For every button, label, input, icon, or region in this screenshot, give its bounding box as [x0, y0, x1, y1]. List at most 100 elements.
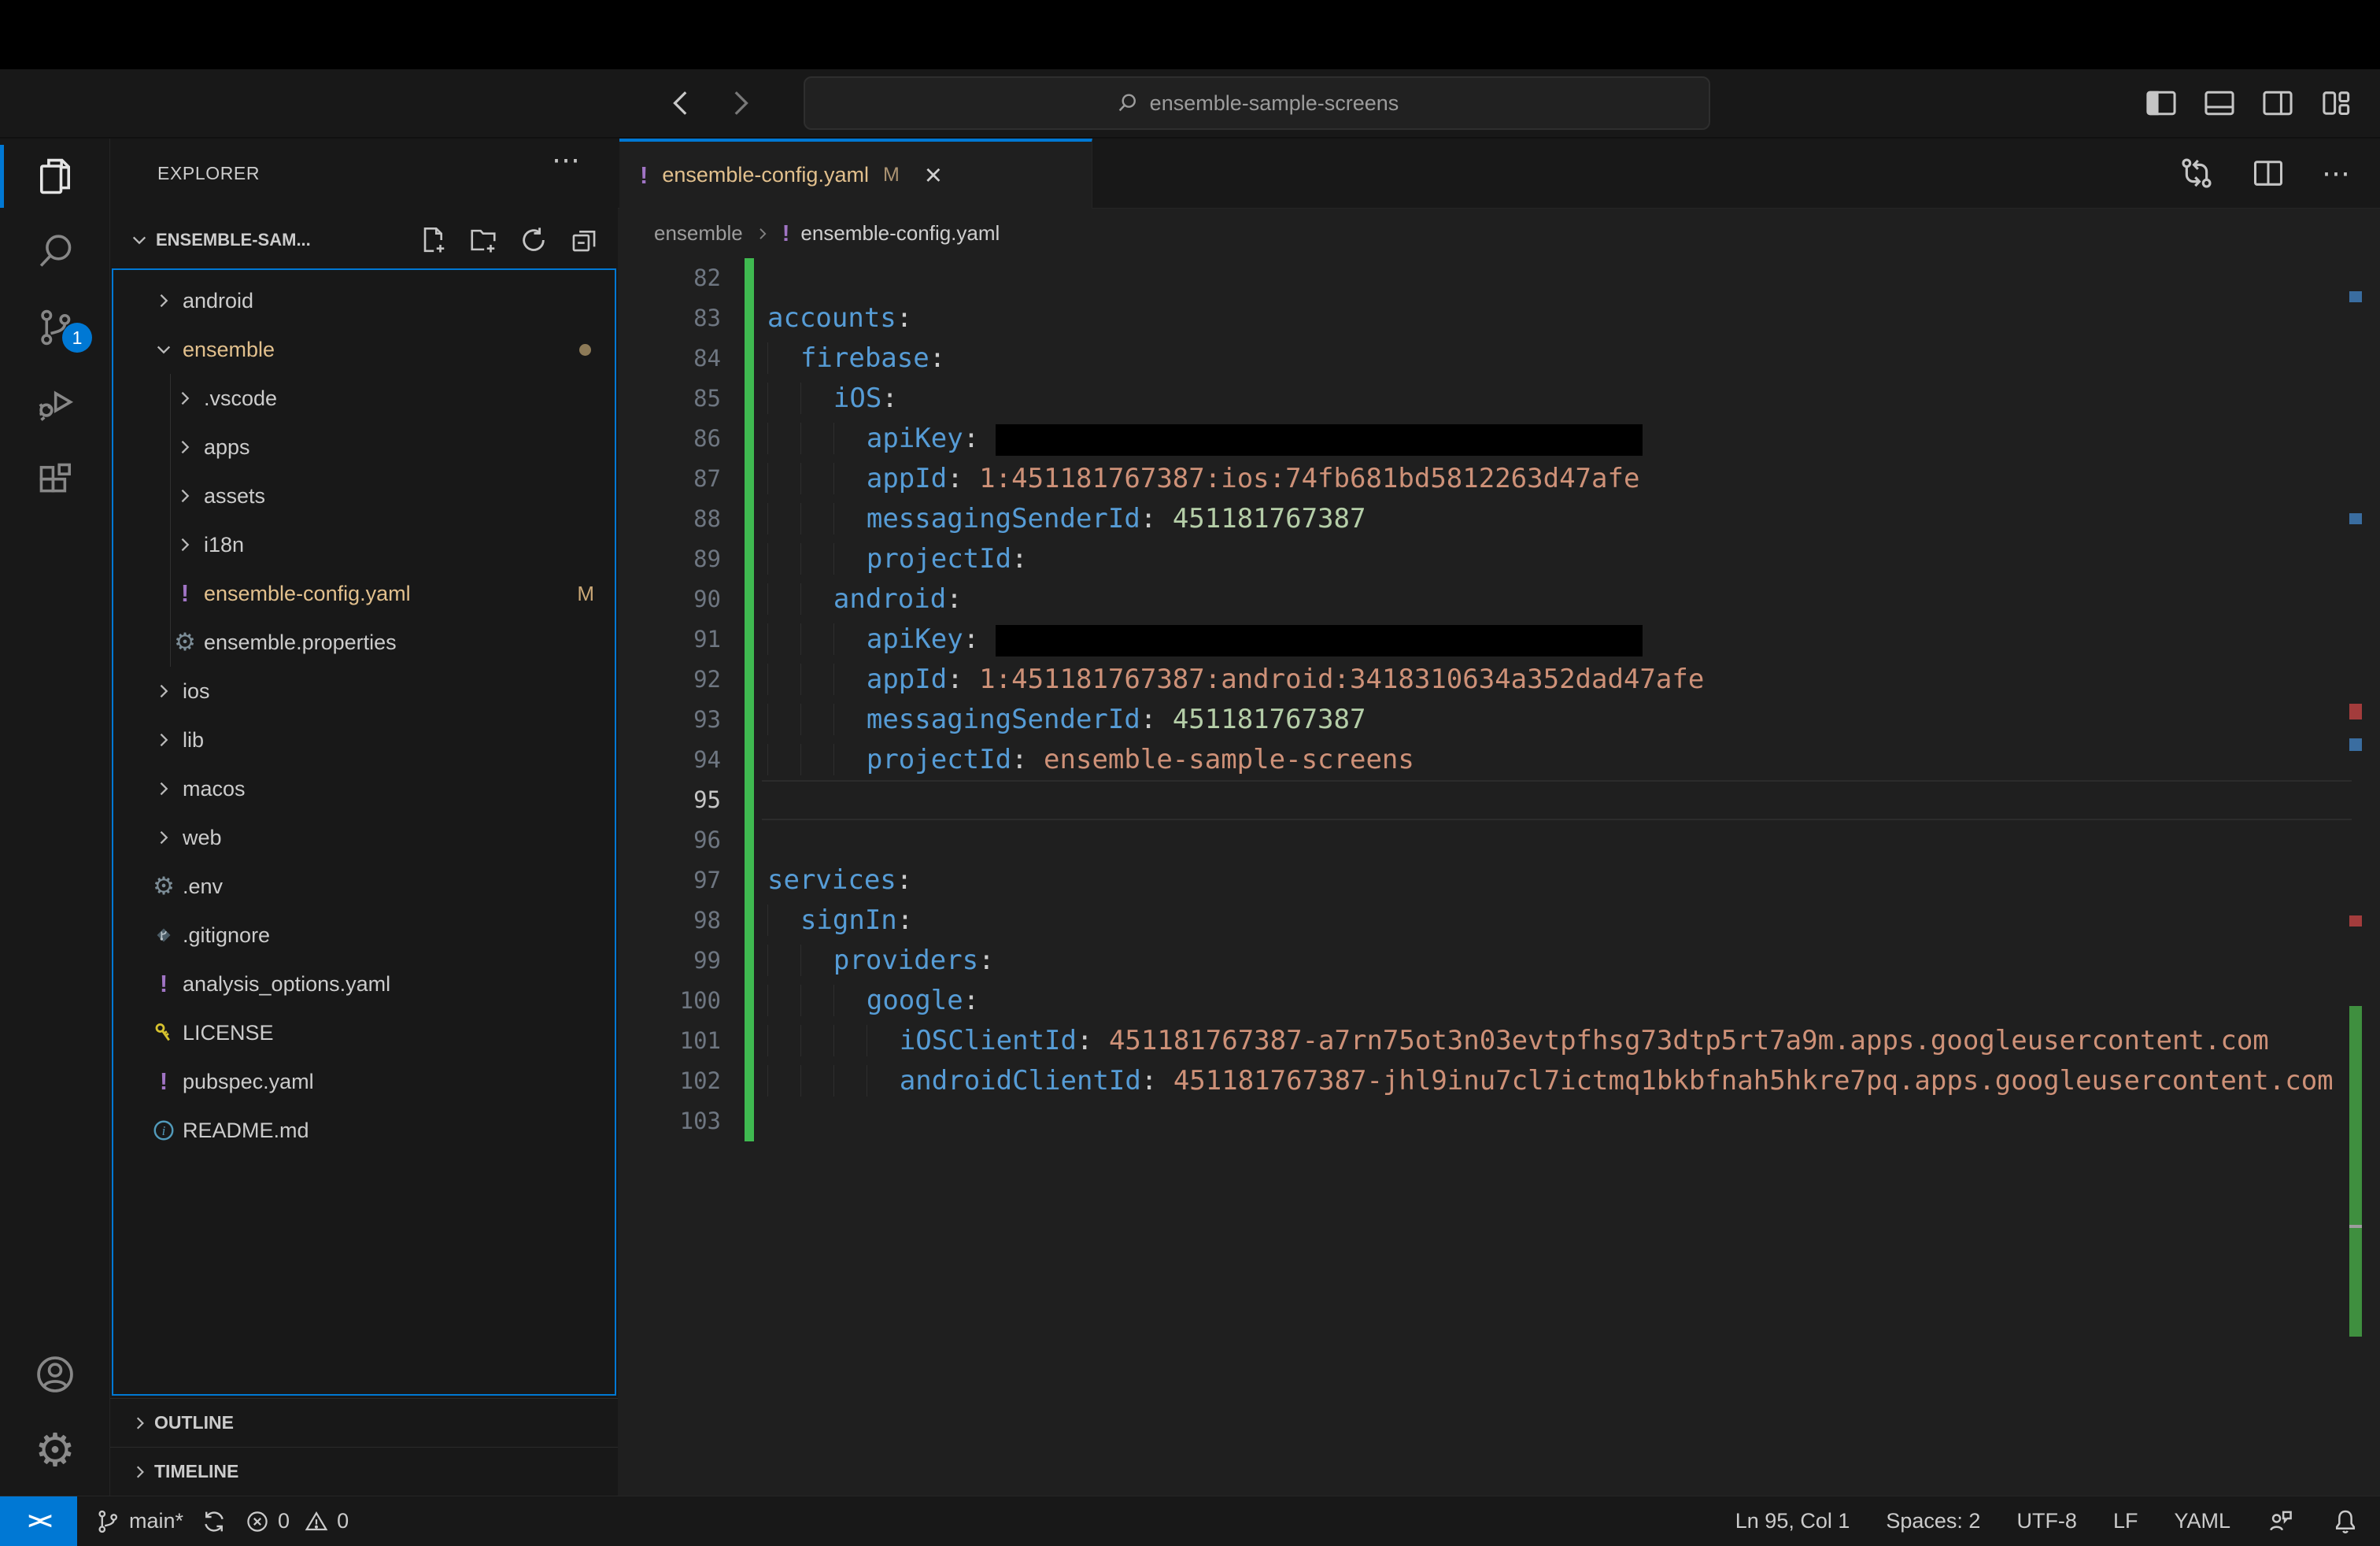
chevron-right-icon[interactable] [169, 486, 201, 506]
code-line[interactable]: android: [767, 579, 2349, 620]
tree-item-ensemble-properties[interactable]: ⚙ensemble.properties [113, 618, 615, 667]
tree-item--gitignore[interactable]: .gitignore [113, 911, 615, 960]
tree-item--env[interactable]: ⚙.env [113, 862, 615, 911]
line-number[interactable]: 103 [618, 1101, 721, 1141]
chevron-right-icon[interactable] [148, 827, 179, 848]
line-number[interactable]: 89 [618, 539, 721, 579]
breadcrumb[interactable]: ensemble ! ensemble-config.yaml [618, 209, 2380, 258]
bell-icon[interactable] [2331, 1507, 2360, 1536]
code-editor[interactable]: 8283848586878889909192939495969798991001… [618, 258, 2380, 1496]
tree-item-license[interactable]: LICENSE [113, 1008, 615, 1057]
code-line[interactable]: projectId: [767, 539, 2349, 579]
code-line[interactable]: services: [767, 860, 2349, 901]
editor-more-actions-icon[interactable]: ⋯ [2322, 157, 2350, 190]
code-line[interactable]: projectId: ensemble-sample-screens [767, 740, 2349, 780]
collapse-all-icon[interactable] [569, 225, 599, 255]
command-center-search[interactable]: ensemble-sample-screens [804, 76, 1710, 130]
line-number[interactable]: 96 [618, 820, 721, 860]
code-line[interactable] [767, 820, 2349, 860]
line-number[interactable]: 83 [618, 298, 721, 338]
line-number[interactable]: 102 [618, 1061, 721, 1101]
code-line[interactable]: messagingSenderId: 451181767387 [767, 499, 2349, 539]
line-number[interactable]: 84 [618, 338, 721, 379]
explorer-more-actions-icon[interactable]: ⋯ [552, 143, 580, 176]
activity-source-control[interactable]: 1 [0, 290, 109, 365]
chevron-right-icon[interactable] [148, 779, 179, 799]
line-number[interactable]: 93 [618, 700, 721, 740]
line-number[interactable]: 97 [618, 860, 721, 901]
code-line[interactable]: apiKey: [767, 419, 2349, 459]
code-line[interactable] [767, 1101, 2349, 1141]
status-item-lf[interactable]: LF [2113, 1509, 2138, 1533]
tree-item-ensemble-config-yaml[interactable]: !ensemble-config.yamlM [113, 569, 615, 618]
chevron-right-icon[interactable] [148, 730, 179, 750]
new-folder-icon[interactable] [468, 225, 498, 255]
tree-item-pubspec-yaml[interactable]: !pubspec.yaml [113, 1057, 615, 1106]
close-icon[interactable]: × [925, 164, 942, 187]
forward-icon[interactable] [725, 87, 756, 119]
activity-extensions[interactable] [0, 441, 109, 516]
breadcrumb-folder[interactable]: ensemble [654, 221, 743, 246]
customize-layout-icon[interactable] [2319, 86, 2353, 120]
chevron-right-icon[interactable] [148, 681, 179, 701]
explorer-section-header[interactable]: ENSEMBLE-SAM... [110, 214, 618, 266]
line-number[interactable]: 95 [618, 780, 721, 820]
tree-item-android[interactable]: android [113, 276, 615, 325]
line-number[interactable]: 88 [618, 499, 721, 539]
line-number[interactable]: 92 [618, 660, 721, 700]
code-line[interactable]: signIn: [767, 901, 2349, 941]
activity-explorer[interactable] [0, 139, 109, 214]
status-item-yaml[interactable]: YAML [2174, 1509, 2230, 1533]
breadcrumb-file[interactable]: ensemble-config.yaml [800, 221, 1000, 246]
status-item-spaces-2[interactable]: Spaces: 2 [1886, 1509, 1980, 1533]
activity-run-debug[interactable] [0, 365, 109, 441]
activity-account[interactable] [0, 1337, 110, 1412]
code-line[interactable]: apiKey: [767, 620, 2349, 660]
toggle-secondary-sidebar-icon[interactable] [2260, 86, 2295, 120]
code-line[interactable]: appId: 1:451181767387:android:3418310634… [767, 660, 2349, 700]
line-number[interactable]: 90 [618, 579, 721, 620]
code-line[interactable] [767, 258, 2349, 298]
line-number[interactable]: 98 [618, 901, 721, 941]
tree-item-apps[interactable]: apps [113, 423, 615, 472]
feedback-icon[interactable] [2267, 1507, 2295, 1536]
line-number[interactable]: 87 [618, 459, 721, 499]
chevron-right-icon[interactable] [148, 290, 179, 311]
status-item-ln-95-col-1[interactable]: Ln 95, Col 1 [1735, 1509, 1850, 1533]
outline-section[interactable]: OUTLINE [110, 1398, 618, 1447]
open-changes-icon[interactable] [2179, 155, 2215, 191]
tree-item--vscode[interactable]: .vscode [113, 374, 615, 423]
chevron-right-icon[interactable] [169, 388, 201, 409]
code-line[interactable]: iOS: [767, 379, 2349, 419]
split-editor-icon[interactable] [2251, 156, 2286, 190]
chevron-right-icon[interactable] [169, 534, 201, 555]
tree-item-lib[interactable]: lib [113, 716, 615, 764]
line-number[interactable]: 94 [618, 740, 721, 780]
tree-item-i18n[interactable]: i18n [113, 520, 615, 569]
timeline-section[interactable]: TIMELINE [110, 1447, 618, 1496]
branch-status[interactable]: main* [94, 1508, 183, 1535]
chevron-right-icon[interactable] [169, 437, 201, 457]
sync-icon[interactable] [201, 1508, 227, 1535]
line-number[interactable]: 100 [618, 981, 721, 1021]
activity-settings[interactable]: ⚙ [0, 1412, 110, 1488]
code-line[interactable]: firebase: [767, 338, 2349, 379]
toggle-panel-icon[interactable] [2202, 86, 2237, 120]
code-line[interactable]: google: [767, 981, 2349, 1021]
status-item-utf-8[interactable]: UTF-8 [2016, 1509, 2077, 1533]
line-number[interactable]: 85 [618, 379, 721, 419]
code-line[interactable]: messagingSenderId: 451181767387 [767, 700, 2349, 740]
line-number-gutter[interactable]: 8283848586878889909192939495969798991001… [618, 258, 721, 1141]
activity-search[interactable] [0, 214, 109, 290]
line-number[interactable]: 91 [618, 620, 721, 660]
tree-item-analysis-options-yaml[interactable]: !analysis_options.yaml [113, 960, 615, 1008]
code-line[interactable]: androidClientId: 451181767387-jhl9inu7cl… [767, 1061, 2349, 1101]
chevron-down-icon[interactable] [148, 339, 179, 360]
refresh-icon[interactable] [519, 225, 549, 255]
tree-item-web[interactable]: web [113, 813, 615, 862]
code-line[interactable]: accounts: [767, 298, 2349, 338]
problems-status[interactable]: 0 0 [245, 1509, 349, 1534]
code-line[interactable] [767, 780, 2349, 820]
toggle-primary-sidebar-icon[interactable] [2144, 86, 2179, 120]
tab-ensemble-config-yaml[interactable]: ! ensemble-config.yaml M × [619, 139, 1092, 209]
